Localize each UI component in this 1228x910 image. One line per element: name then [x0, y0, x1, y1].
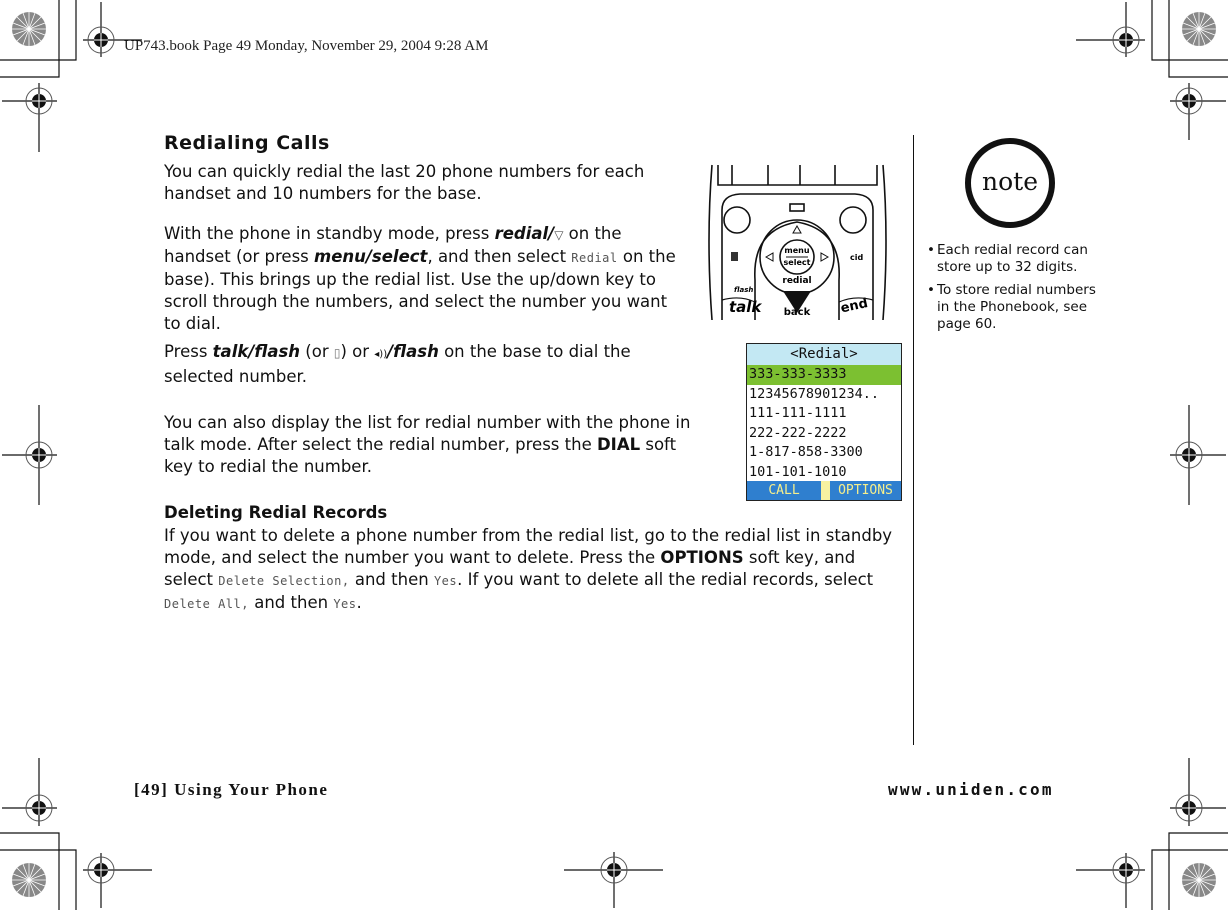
- printer-crop-marks: [0, 0, 1228, 910]
